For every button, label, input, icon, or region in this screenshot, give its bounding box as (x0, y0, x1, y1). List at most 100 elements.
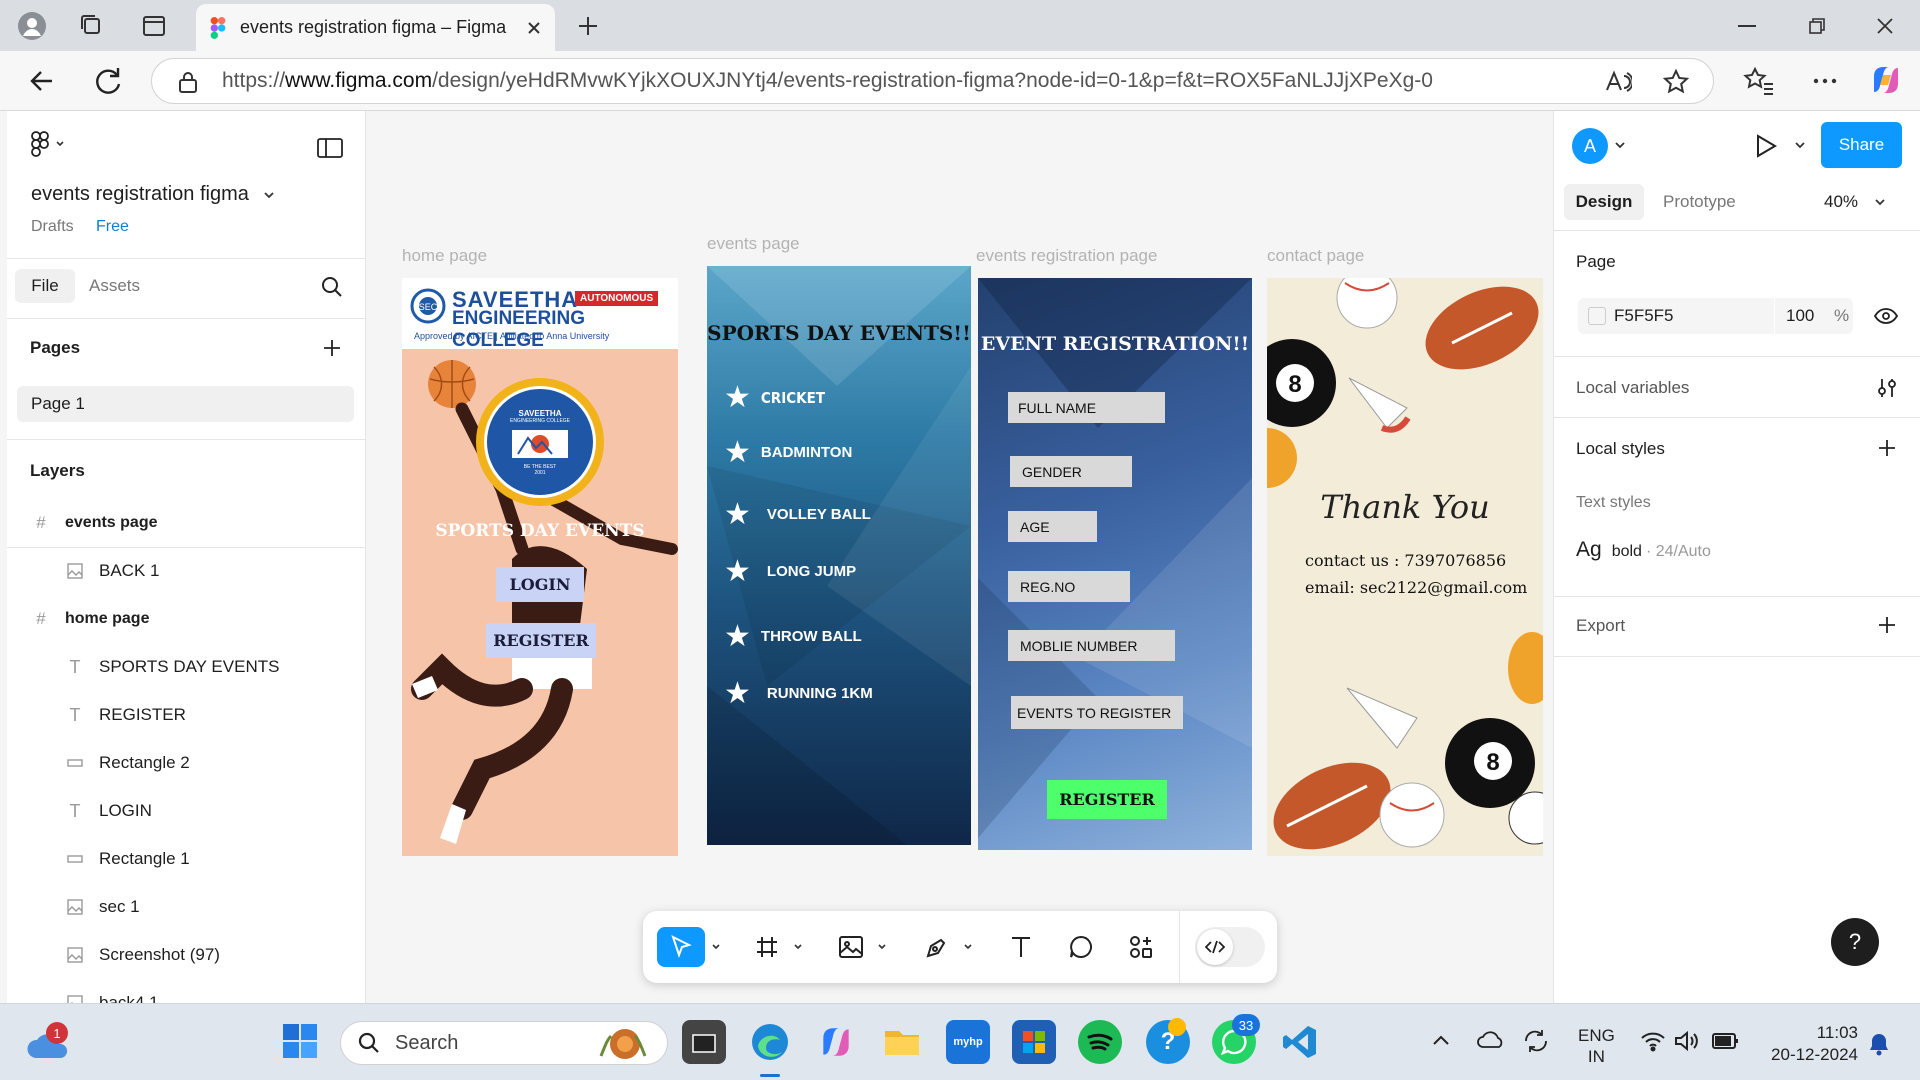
export-label[interactable]: Export (1576, 616, 1625, 636)
text-style-item[interactable]: Ag bold · 24/Auto (1576, 538, 1711, 562)
layer-item[interactable]: back4 1 (7, 979, 365, 1003)
login-button[interactable]: LOGIN (496, 567, 584, 602)
myhp-icon[interactable]: myhp (946, 1020, 990, 1064)
frame-tool-icon[interactable] (747, 927, 787, 967)
start-icon[interactable] (282, 1023, 318, 1059)
register-button[interactable]: REGISTER (486, 623, 596, 658)
chevron-up-icon[interactable] (1432, 1034, 1450, 1046)
layer-item[interactable]: T REGISTER (7, 691, 365, 739)
event-item[interactable]: ★ VOLLEY BALL (724, 497, 871, 532)
plan-badge[interactable]: Free (96, 218, 129, 236)
favorites-icon[interactable] (1742, 64, 1776, 98)
edge-icon[interactable] (748, 1020, 792, 1064)
contact-number-text[interactable]: contact us : 7397076856 (1305, 551, 1506, 570)
tab-file[interactable]: File (15, 269, 75, 303)
spotify-icon[interactable] (1078, 1020, 1122, 1064)
field-events-to-register[interactable]: EVENTS TO REGISTER (1011, 696, 1183, 729)
field-gender[interactable]: GENDER (1010, 456, 1132, 487)
tab-assets[interactable]: Assets (89, 276, 140, 296)
frame-contact-page[interactable]: 8 8 Thank You contact us : 7397076856 em… (1267, 278, 1543, 856)
vscode-icon[interactable] (1278, 1020, 1322, 1064)
field-reg-no[interactable]: REG.NO (1008, 571, 1130, 602)
color-swatch[interactable] (1588, 307, 1606, 325)
volume-icon[interactable] (1674, 1030, 1700, 1052)
field-full-name[interactable]: FULL NAME (1008, 392, 1165, 423)
event-item[interactable]: ★ RUNNING 1KM (724, 676, 873, 711)
chevron-down-icon[interactable] (707, 927, 725, 967)
onedrive-icon[interactable] (1476, 1028, 1506, 1050)
layer-item[interactable]: sec 1 (7, 883, 365, 931)
layer-item[interactable]: # home page (7, 595, 365, 643)
page-item-page-1[interactable]: Page 1 (17, 386, 354, 422)
task-view-icon[interactable] (682, 1020, 726, 1064)
layer-item[interactable]: T SPORTS DAY EVENTS (7, 643, 365, 691)
local-variables-label[interactable]: Local variables (1576, 378, 1689, 398)
dev-mode-toggle[interactable] (1195, 927, 1265, 967)
frame-label-events[interactable]: events page (707, 234, 800, 254)
minimize-icon[interactable] (1717, 6, 1777, 46)
pen-tool-icon[interactable] (917, 927, 957, 967)
layer-item[interactable]: Rectangle 1 (7, 835, 365, 883)
layer-item[interactable]: Screenshot (97) (7, 931, 365, 979)
comment-tool-icon[interactable] (1061, 927, 1101, 967)
new-tab-icon[interactable] (570, 8, 606, 44)
thank-you-text[interactable]: Thank You (1267, 488, 1543, 526)
frame-events-page[interactable]: SPORTS DAY EVENTS!! ★ CRICKET ★ BADMINTON … (707, 266, 971, 845)
profile-icon[interactable] (14, 8, 50, 44)
frame-label-contact[interactable]: contact page (1267, 246, 1364, 266)
reload-icon[interactable] (90, 63, 126, 99)
frame-home-page[interactable]: SEC SAVEETHA AUTONOMOUS ENGINEERING COLL… (402, 278, 678, 856)
notification-bell-icon[interactable] (1868, 1032, 1890, 1056)
layer-item[interactable]: BACK 1 (7, 547, 365, 595)
chevron-down-icon[interactable] (873, 927, 891, 967)
chevron-down-icon[interactable] (789, 927, 807, 967)
vertical-tabs-icon[interactable] (136, 8, 172, 44)
event-item[interactable]: ★ BADMINTON (724, 435, 852, 470)
contact-email-text[interactable]: email: sec2122@gmail.com (1305, 578, 1527, 597)
layer-item[interactable]: # events page (7, 499, 365, 547)
add-export-icon[interactable] (1877, 615, 1897, 635)
add-page-icon[interactable] (322, 338, 342, 358)
registration-title[interactable]: EVENT REGISTRATION!! (978, 333, 1252, 355)
wifi-icon[interactable] (1640, 1030, 1666, 1052)
workspaces-icon[interactable] (74, 8, 110, 44)
page-background-field[interactable]: F5F5F5 100 % (1578, 298, 1853, 334)
read-aloud-icon[interactable] (1604, 68, 1632, 96)
background-opacity[interactable]: 100 (1786, 306, 1814, 326)
search-icon[interactable] (321, 276, 343, 298)
battery-icon[interactable] (1712, 1032, 1740, 1050)
favorite-star-icon[interactable] (1662, 68, 1690, 96)
browser-tab-active[interactable]: events registration figma – Figma (196, 4, 555, 51)
tab-design[interactable]: Design (1564, 184, 1644, 220)
events-title[interactable]: SPORTS DAY EVENTS!! (707, 321, 971, 345)
chevron-down-icon[interactable] (959, 927, 977, 967)
toggle-sidebar-icon[interactable] (317, 138, 343, 158)
file-location[interactable]: Drafts (31, 218, 74, 236)
layer-item[interactable]: T LOGIN (7, 787, 365, 835)
main-menu-button[interactable] (31, 131, 65, 157)
close-window-icon[interactable] (1855, 6, 1915, 46)
zoom-dropdown[interactable]: 40% (1824, 192, 1886, 212)
home-title[interactable]: SPORTS DAY EVENTS (402, 521, 678, 541)
microsoft-store-icon[interactable] (1012, 1020, 1056, 1064)
image-tool-icon[interactable] (831, 927, 871, 967)
url-bar[interactable]: https://www.figma.com/design/yeHdRMvwKYj… (151, 58, 1714, 104)
language-indicator[interactable]: ENG IN (1578, 1025, 1615, 1067)
background-hex[interactable]: F5F5F5 (1614, 306, 1674, 326)
event-item[interactable]: ★ THROW BALL (724, 619, 862, 654)
field-age[interactable]: AGE (1008, 511, 1097, 542)
frame-label-registration[interactable]: events registration page (976, 246, 1157, 266)
file-explorer-icon[interactable] (880, 1020, 924, 1064)
design-canvas[interactable]: home page SEC SAVEETHA AUTONOMOUS ENGINE… (366, 111, 1553, 1003)
copilot-app-icon[interactable] (814, 1020, 858, 1064)
frame-label-home[interactable]: home page (402, 246, 487, 266)
add-style-icon[interactable] (1877, 438, 1897, 458)
chevron-down-icon[interactable] (1614, 139, 1626, 151)
submit-register-button[interactable]: REGISTER (1047, 780, 1167, 819)
copilot-icon[interactable] (1868, 62, 1904, 98)
move-tool-button[interactable] (657, 927, 705, 967)
share-button[interactable]: Share (1821, 122, 1902, 168)
avatar[interactable]: A (1572, 128, 1608, 164)
sync-icon[interactable] (1522, 1028, 1550, 1054)
chevron-down-icon[interactable] (1794, 139, 1806, 151)
